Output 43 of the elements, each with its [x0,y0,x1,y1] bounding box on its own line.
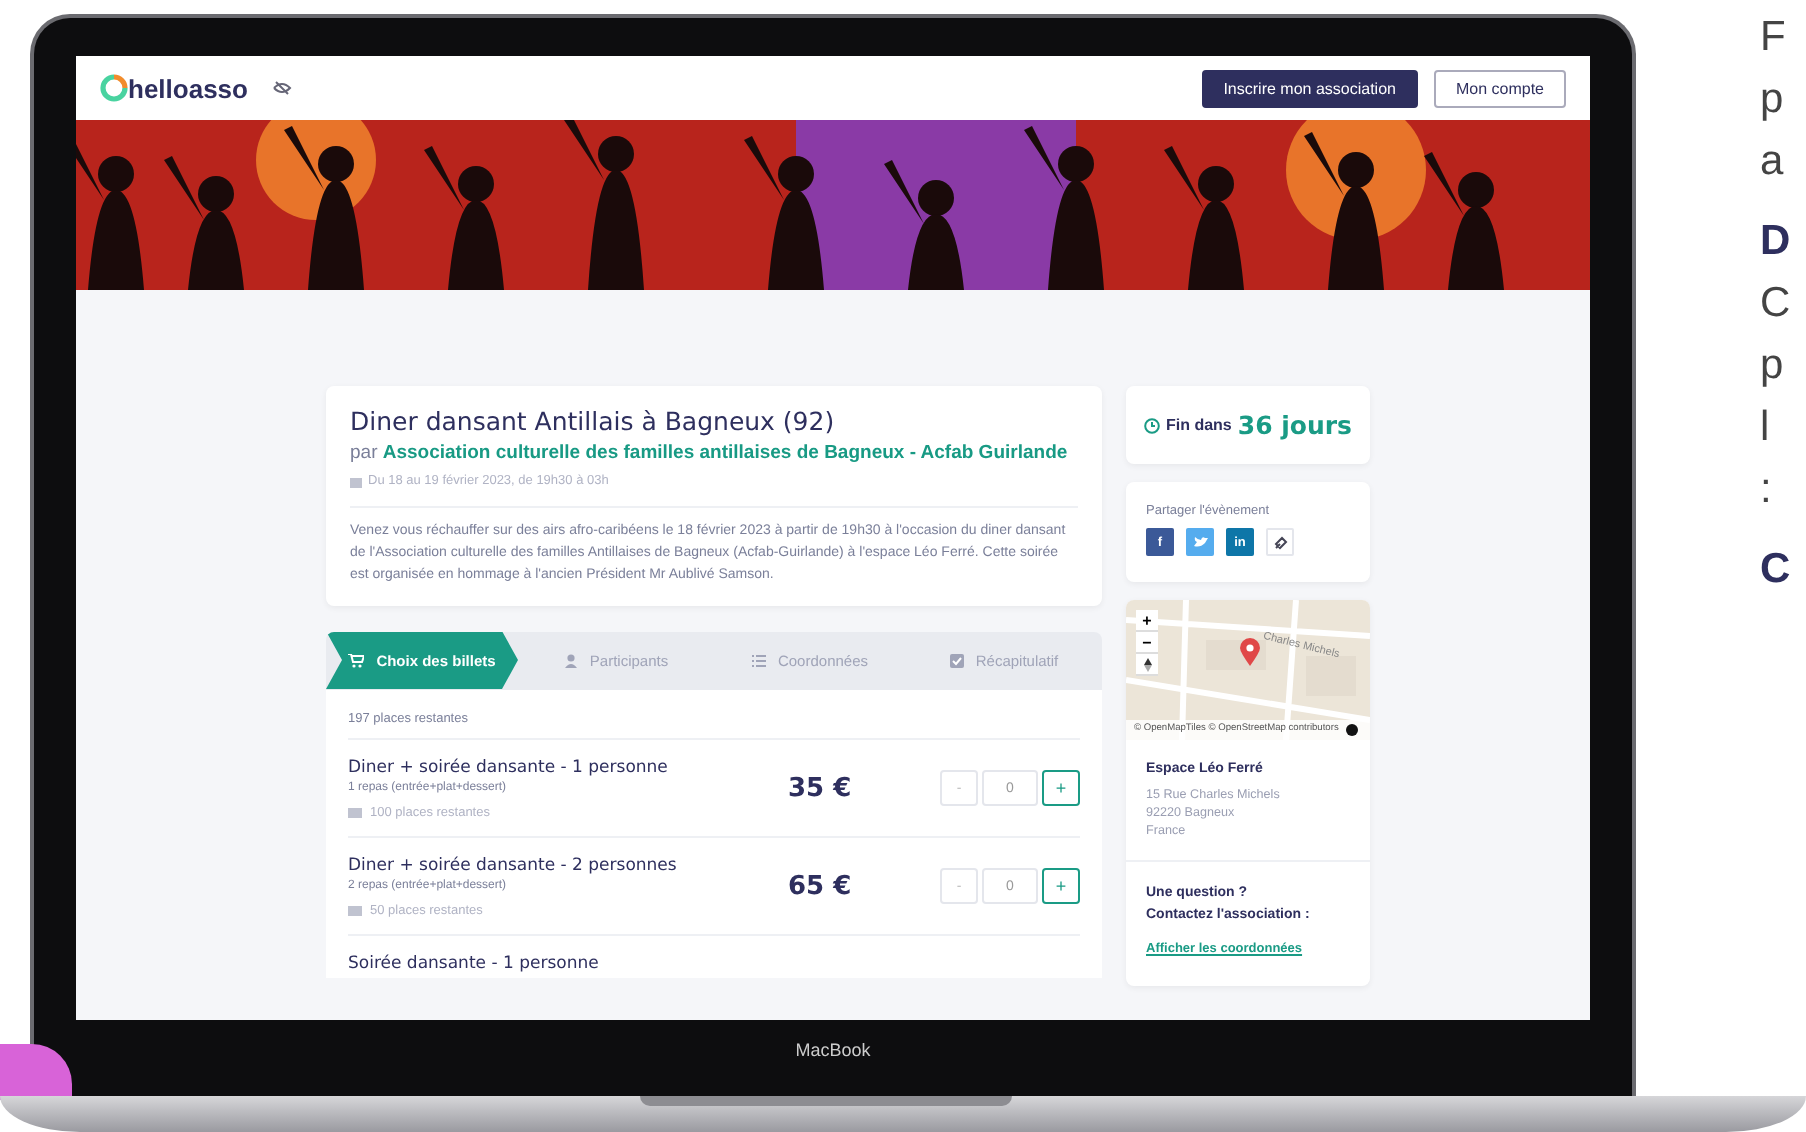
heading-text: C [1760,544,1793,596]
register-association-button[interactable]: Inscrire mon association [1201,69,1418,107]
device-label: MacBook [795,1040,871,1060]
compass-button[interactable] [1136,654,1158,676]
logo-icon [100,74,128,102]
person-icon [563,653,578,668]
ticket-icon [348,807,362,818]
link-icon [1273,535,1287,549]
body-text: : [1760,464,1774,516]
list-icon [751,653,766,668]
calendar-icon [350,475,362,487]
heading-text: D [1760,216,1793,268]
body-text: l [1760,402,1772,454]
organizer-link[interactable]: Association culturelle des familles antillaises de Bagneux - Acfab Guirlande [382,442,1068,464]
logo-text[interactable]: helloasso [128,73,248,103]
eye-slash-icon[interactable] [271,80,292,96]
body-text: p [1760,340,1786,392]
countdown-label: Fin dans [1165,416,1232,434]
compass-icon [1143,657,1151,671]
info-icon [1346,723,1359,736]
zoom-in-button[interactable]: + [1136,610,1158,632]
body-text: a [1760,136,1786,188]
body-text: F [1760,12,1788,64]
body-text: C [1760,278,1793,330]
account-button[interactable]: Mon compte [1433,69,1566,107]
ticket-price: 65 € [788,871,854,902]
copy-link-button[interactable] [1266,528,1294,556]
map-pin-icon [1240,638,1260,666]
organizer-line: par Association culturelle des familles antillaises de Bagneux - Acfab Guirlande [350,442,1070,464]
increment-button[interactable]: + [1042,770,1080,807]
ticket-icon [348,905,362,916]
ticket-name: Soirée dansante - 1 personne [348,953,601,974]
checkbox-icon [949,653,964,668]
increment-button[interactable]: + [1042,868,1080,905]
ticket-name: Diner + soirée dansante - 2 personnes [348,855,679,876]
body-text: p [1760,74,1786,126]
countdown-value: 36 jours [1237,410,1352,440]
clock-icon [1143,417,1160,433]
ticket-name: Diner + soirée dansante - 1 personne [348,757,670,778]
bird-icon [1193,536,1207,548]
event-title: Diner dansant Antillais à Bagneux (92) [350,406,837,436]
ticket-price: 35 € [788,773,854,804]
cart-icon [348,653,365,668]
